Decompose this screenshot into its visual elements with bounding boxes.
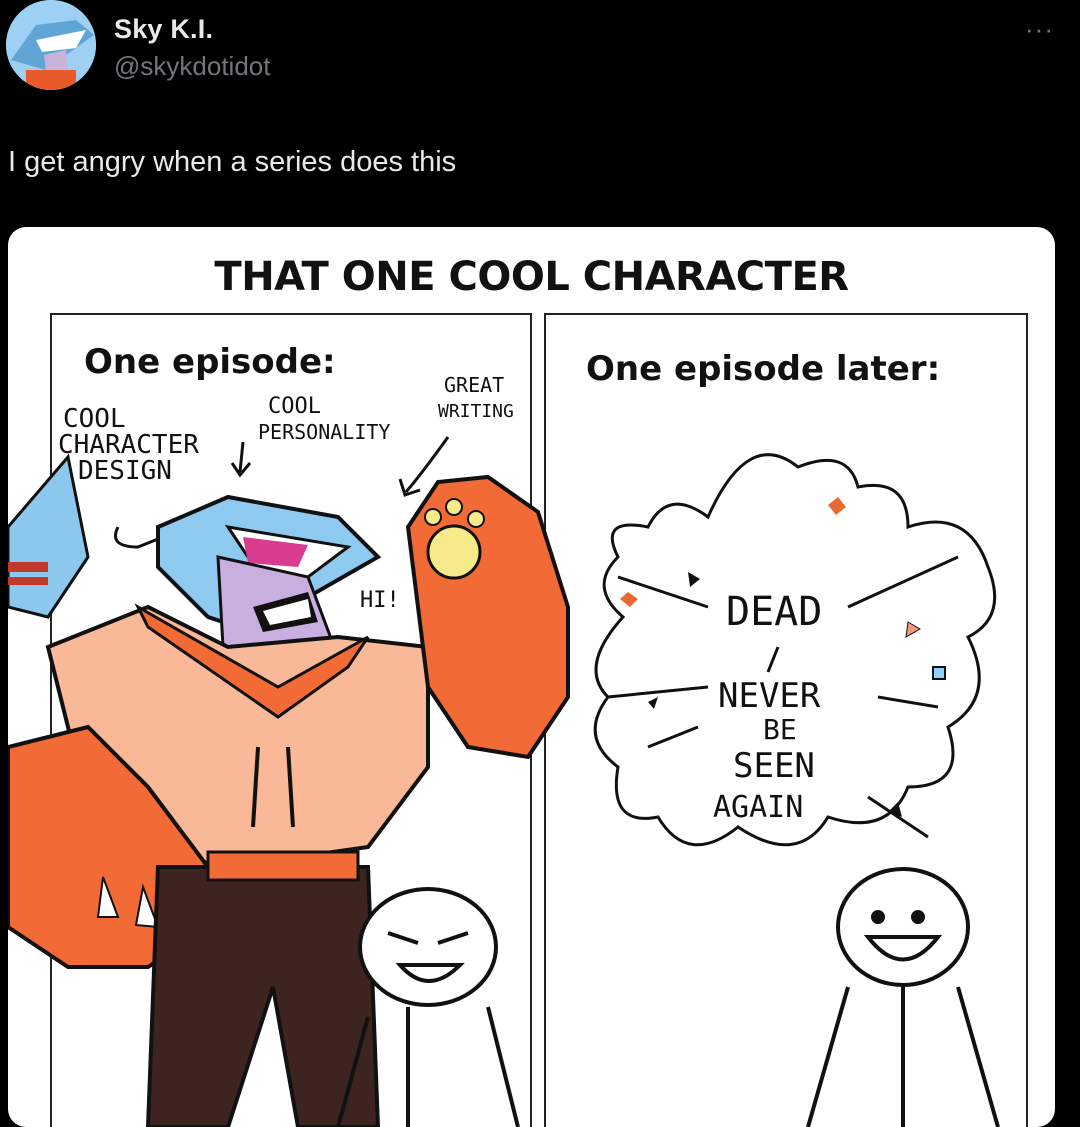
dead-text: DEAD <box>726 589 822 635</box>
tweet-author: Sky K.I. @skykdotidot <box>114 14 270 82</box>
more-options-icon[interactable]: ··· <box>1025 14 1054 45</box>
arrow-icon <box>230 441 252 478</box>
annotation-writing-line-2: WRITING <box>438 401 514 422</box>
annotation-personality: COOL PERSONALITY <box>230 394 390 478</box>
annotation-personality-line-1: COOL <box>268 394 321 419</box>
annotation-design-line-3: DESIGN <box>78 456 172 486</box>
annotation-writing: GREAT WRITING <box>398 373 514 497</box>
tweet-text: I get angry when a series does this <box>8 146 457 178</box>
shark-character-illustration <box>8 453 570 1127</box>
be-text: BE <box>763 713 797 746</box>
explosion-cloud-illustration <box>593 453 997 847</box>
shark-avatar-icon <box>6 0 96 90</box>
right-panel-heading: One episode later: <box>586 349 941 389</box>
left-panel-heading: One episode: <box>84 342 336 382</box>
author-handle[interactable]: @skykdotidot <box>114 51 270 82</box>
greeting-speech-text: HI! <box>360 588 400 613</box>
stick-figure-right <box>806 867 1000 1127</box>
seen-text: SEEN <box>733 746 815 786</box>
again-text: AGAIN <box>713 790 803 825</box>
annotation-personality-line-2: PERSONALITY <box>258 420 390 444</box>
never-text: NEVER <box>718 676 821 716</box>
annotation-writing-line-1: GREAT <box>444 373 504 397</box>
author-avatar[interactable] <box>6 0 96 90</box>
tweet-media-image[interactable]: THAT ONE COOL CHARACTER COOL CHARACTER D… <box>8 227 1055 1127</box>
author-name[interactable]: Sky K.I. <box>114 14 270 45</box>
arrow-icon <box>114 526 159 549</box>
